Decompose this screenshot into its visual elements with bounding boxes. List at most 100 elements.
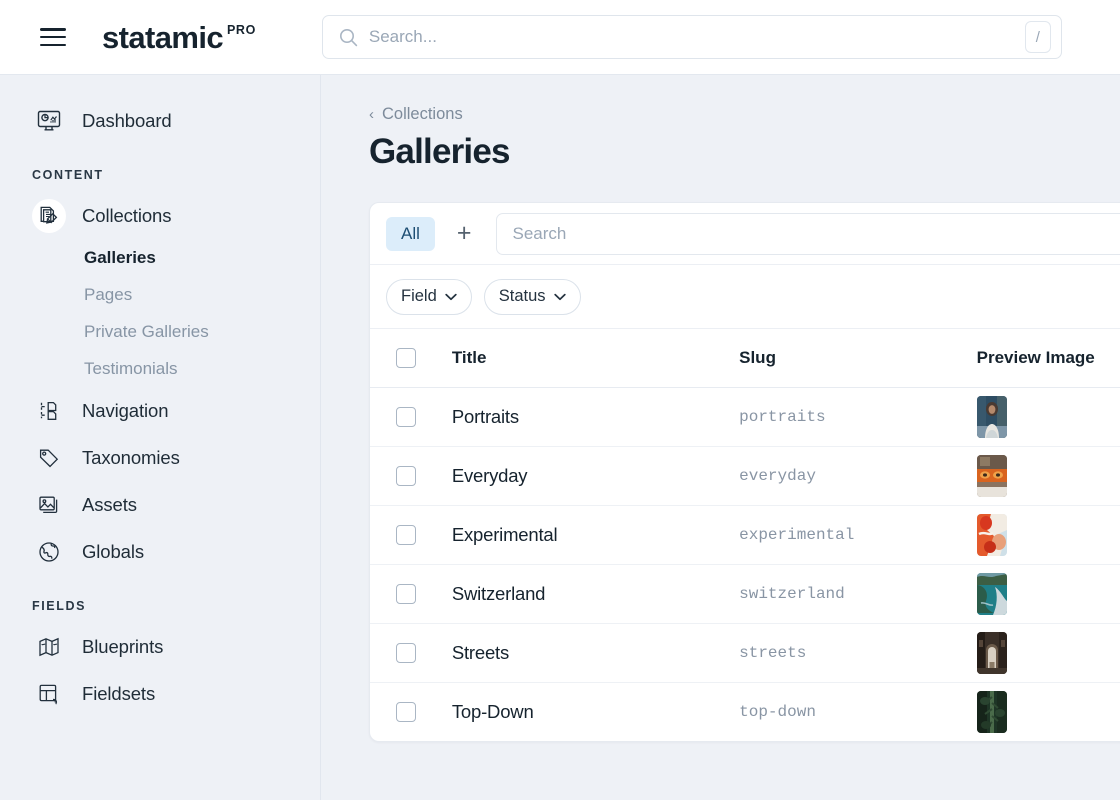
table-row[interactable]: Switzerland switzerland	[370, 564, 1120, 623]
page-title: Galleries	[369, 132, 1120, 172]
select-all-checkbox[interactable]	[396, 348, 416, 368]
add-tab-button[interactable]: +	[449, 221, 480, 246]
collections-document-pencil-icon	[32, 199, 66, 233]
sidebar-item-label: Taxonomies	[82, 447, 180, 469]
navigation-tree-icon	[32, 394, 66, 428]
brand-name: statamic	[102, 22, 223, 53]
top-down-forest-photo[interactable]	[977, 691, 1007, 733]
cell-slug: streets	[739, 623, 977, 682]
table-row[interactable]: Streets streets	[370, 623, 1120, 682]
breadcrumb-back-icon: ‹	[369, 107, 374, 122]
chevron-down-icon	[554, 293, 566, 301]
switzerland-lake-photo[interactable]	[977, 573, 1007, 615]
sidebar-item-assets[interactable]: Assets	[0, 481, 320, 528]
row-select-cell	[370, 682, 452, 741]
row-select-cell	[370, 623, 452, 682]
portrait-woman-photo[interactable]	[977, 396, 1007, 438]
cell-title[interactable]: Switzerland	[452, 564, 739, 623]
global-search-box[interactable]: Search... /	[322, 15, 1062, 59]
table-row[interactable]: Experimental experimental	[370, 505, 1120, 564]
filter-bar: Field Status	[370, 265, 1120, 329]
sidebar-item-label: Fieldsets	[82, 683, 155, 705]
blueprints-map-icon	[32, 630, 66, 664]
sidebar-item-label: Collections	[82, 205, 171, 227]
filter-field-dropdown[interactable]: Field	[386, 279, 472, 315]
sidebar-item-dashboard[interactable]: Dashboard	[0, 97, 320, 144]
chevron-down-icon	[445, 293, 457, 301]
search-shortcut-key: /	[1025, 21, 1051, 53]
row-select-cell	[370, 387, 452, 446]
sidebar-subitem-testimonials[interactable]: Testimonials	[0, 350, 320, 387]
sidebar-item-fieldsets[interactable]: Fieldsets	[0, 670, 320, 717]
cell-preview-image	[977, 682, 1120, 741]
sidebar-item-blueprints[interactable]: Blueprints	[0, 623, 320, 670]
row-checkbox[interactable]	[396, 702, 416, 722]
row-checkbox[interactable]	[396, 466, 416, 486]
brand-pro-badge: PRO	[227, 23, 256, 37]
sidebar-item-globals[interactable]: Globals	[0, 528, 320, 575]
column-header-title[interactable]: Title	[452, 329, 739, 387]
global-search-input[interactable]: Search...	[369, 27, 1025, 47]
globals-globe-icon	[32, 535, 66, 569]
dashboard-monitor-icon	[32, 104, 66, 138]
sidebar-item-label: Dashboard	[82, 110, 172, 132]
taxonomies-tag-icon	[32, 441, 66, 475]
experimental-abstract[interactable]	[977, 514, 1007, 556]
row-select-cell	[370, 564, 452, 623]
cell-preview-image	[977, 505, 1120, 564]
sidebar-subitem-private-galleries[interactable]: Private Galleries	[0, 313, 320, 350]
cell-slug: experimental	[739, 505, 977, 564]
table-row[interactable]: Everyday everyday	[370, 446, 1120, 505]
cell-title[interactable]: Everyday	[452, 446, 739, 505]
column-header-preview-image[interactable]: Preview Image	[977, 329, 1120, 387]
fieldsets-layout-icon	[32, 677, 66, 711]
cell-slug: portraits	[739, 387, 977, 446]
sidebar-item-collections[interactable]: Collections	[0, 192, 320, 239]
row-select-cell	[370, 446, 452, 505]
table-header: Title Slug Preview Image	[370, 329, 1120, 387]
table-row[interactable]: Portraits portraits	[370, 387, 1120, 446]
row-checkbox[interactable]	[396, 407, 416, 427]
brand-logo[interactable]: statamic PRO	[102, 22, 256, 53]
table-row[interactable]: Top-Down top-down	[370, 682, 1120, 741]
breadcrumb-label: Collections	[382, 105, 463, 124]
cell-title[interactable]: Top-Down	[452, 682, 739, 741]
sidebar-item-label: Navigation	[82, 400, 168, 422]
cell-preview-image	[977, 623, 1120, 682]
sidebar-section-fields: FIELDS	[0, 599, 320, 613]
cell-title[interactable]: Streets	[452, 623, 739, 682]
cell-preview-image	[977, 446, 1120, 505]
tab-all[interactable]: All	[386, 217, 435, 251]
statamic-control-panel: statamic PRO Search... /	[0, 0, 1120, 800]
assets-images-icon	[32, 488, 66, 522]
hamburger-menu-icon[interactable]	[40, 28, 66, 46]
panel-tabs: All + Search	[370, 203, 1120, 265]
row-checkbox[interactable]	[396, 643, 416, 663]
entries-search-input[interactable]: Search	[496, 213, 1120, 255]
global-search: Search... /	[322, 15, 1062, 59]
sidebar-item-label: Globals	[82, 541, 144, 563]
table-header-row: Title Slug Preview Image	[370, 329, 1120, 387]
sidebar-item-label: Assets	[82, 494, 137, 516]
select-all-header	[370, 329, 452, 387]
cell-title[interactable]: Portraits	[452, 387, 739, 446]
sidebar-subitem-galleries[interactable]: Galleries	[0, 239, 320, 276]
row-select-cell	[370, 505, 452, 564]
sidebar-subitem-pages[interactable]: Pages	[0, 276, 320, 313]
sidebar-item-taxonomies[interactable]: Taxonomies	[0, 434, 320, 481]
cell-slug: everyday	[739, 446, 977, 505]
column-header-slug[interactable]: Slug	[739, 329, 977, 387]
row-checkbox[interactable]	[396, 584, 416, 604]
filter-status-dropdown[interactable]: Status	[484, 279, 581, 315]
table-body: Portraits portraits	[370, 387, 1120, 741]
everyday-orange-photo[interactable]	[977, 455, 1007, 497]
sidebar-item-label: Blueprints	[82, 636, 163, 658]
breadcrumb[interactable]: ‹ Collections	[369, 105, 1120, 124]
search-icon	[339, 28, 358, 47]
cell-slug: switzerland	[739, 564, 977, 623]
sidebar-item-navigation[interactable]: Navigation	[0, 387, 320, 434]
streets-archway-photo[interactable]	[977, 632, 1007, 674]
cell-title[interactable]: Experimental	[452, 505, 739, 564]
sidebar: Dashboard CONTENT Collections Galleries	[0, 75, 321, 800]
row-checkbox[interactable]	[396, 525, 416, 545]
